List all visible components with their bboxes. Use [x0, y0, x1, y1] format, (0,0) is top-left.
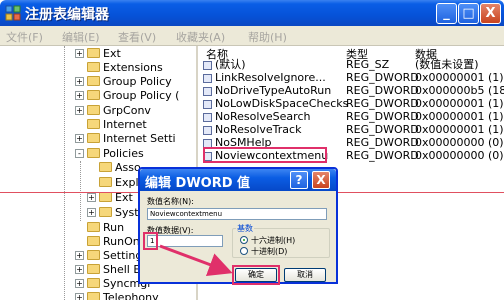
- dialog-titlebar: 编辑 DWORD 值 ? X: [140, 169, 336, 191]
- folder-icon: [87, 90, 100, 100]
- tree-item[interactable]: Internet: [87, 118, 147, 132]
- window-titlebar: 注册表编辑器 _ □ X: [0, 0, 504, 26]
- dialog-title: 编辑 DWORD 值: [145, 176, 251, 191]
- dword-value-icon: [203, 126, 212, 135]
- close-button[interactable]: X: [480, 3, 501, 24]
- tree-item-explorer[interactable]: Expl: [99, 176, 139, 190]
- dialog-help-button[interactable]: ?: [290, 171, 308, 189]
- menu-view[interactable]: 查看(V): [118, 29, 156, 45]
- list-item[interactable]: LinkResolveIgnore... REG_DWORD 0x0000000…: [200, 71, 504, 85]
- maximize-button[interactable]: □: [458, 3, 479, 24]
- tree-item[interactable]: + Syst: [87, 206, 139, 220]
- hex-radio[interactable]: [240, 236, 248, 244]
- dialog-close-button[interactable]: X: [312, 171, 330, 189]
- ok-button-highlight: [232, 265, 280, 285]
- tree-item[interactable]: + GrpConv: [75, 104, 151, 118]
- folder-icon: [87, 76, 100, 86]
- folder-icon: [87, 105, 100, 115]
- folder-icon: [87, 48, 100, 58]
- menu-favorites[interactable]: 收藏夹(A): [176, 29, 225, 45]
- menu-edit[interactable]: 编辑(E): [62, 29, 100, 45]
- folder-icon: [87, 278, 100, 288]
- selection-highlight: [203, 147, 327, 163]
- tree-item[interactable]: + Internet Setti: [75, 132, 176, 146]
- folder-icon: [99, 177, 112, 187]
- window-title: 注册表编辑器: [25, 7, 109, 23]
- list-item[interactable]: NoResolveSearch REG_DWORD 0x00000001 (1): [200, 110, 504, 124]
- edit-dword-dialog: 编辑 DWORD 值 ? X 数值名称(N): Noviewcontextmen…: [138, 167, 338, 285]
- base-group-title: 基数: [236, 223, 254, 234]
- list-item[interactable]: NoResolveTrack REG_DWORD 0x00000001 (1): [200, 123, 504, 137]
- folder-icon: [87, 119, 100, 129]
- dword-value-icon: [203, 74, 212, 83]
- dword-value-icon: [203, 113, 212, 122]
- tree-item[interactable]: + Group Policy: [75, 75, 172, 89]
- tree-item[interactable]: Run: [87, 221, 124, 235]
- folder-icon: [87, 222, 100, 232]
- folder-icon: [99, 192, 112, 202]
- folder-icon: [87, 236, 100, 246]
- tree-item[interactable]: Asso: [99, 161, 141, 175]
- folder-icon: [99, 162, 112, 172]
- tree-item[interactable]: + Telephony: [75, 291, 159, 300]
- list-item[interactable]: NoDriveTypeAutoRun REG_DWORD 0x000000b5 …: [200, 84, 504, 98]
- decimal-radio-label[interactable]: 十进制(D): [251, 246, 287, 257]
- folder-icon: [87, 62, 100, 72]
- cancel-button[interactable]: 取消: [284, 268, 326, 282]
- folder-icon: [87, 250, 100, 260]
- menu-help[interactable]: 帮助(H): [248, 29, 287, 45]
- tree-item-policies[interactable]: - Policies: [75, 147, 144, 161]
- tree-item[interactable]: + Ext: [87, 191, 133, 205]
- list-item[interactable]: (默认) REG_SZ (数值未设置): [200, 58, 504, 72]
- registry-editor-icon: [5, 5, 21, 21]
- value-name-label: 数值名称(N):: [147, 197, 194, 206]
- value-data-field[interactable]: 1: [147, 235, 223, 247]
- tree-item[interactable]: + Shell E: [75, 263, 140, 277]
- folder-icon: [99, 207, 112, 217]
- folder-open-icon: [87, 148, 100, 158]
- tree-item[interactable]: + Setting: [75, 249, 142, 263]
- value-data-highlight: [143, 232, 158, 250]
- menu-file[interactable]: 文件(F): [6, 29, 43, 45]
- folder-icon: [87, 292, 100, 300]
- hex-radio-label[interactable]: 十六进制(H): [251, 235, 295, 246]
- dword-value-icon: [203, 87, 212, 96]
- minimize-button[interactable]: _: [436, 3, 457, 24]
- tree-item[interactable]: Extensions: [87, 61, 163, 75]
- folder-icon: [87, 133, 100, 143]
- string-value-icon: [203, 61, 212, 70]
- menu-bar: 文件(F) 编辑(E) 查看(V) 收藏夹(A) 帮助(H): [0, 26, 504, 46]
- value-name-field[interactable]: Noviewcontextmenu: [147, 208, 327, 220]
- list-item[interactable]: NoLowDiskSpaceChecks REG_DWORD 0x0000000…: [200, 97, 504, 111]
- tree-item[interactable]: + Ext: [75, 47, 121, 61]
- decimal-radio[interactable]: [240, 247, 248, 255]
- tree-item[interactable]: + Group Policy (: [75, 89, 179, 103]
- dword-value-icon: [203, 100, 212, 109]
- folder-icon: [87, 264, 100, 274]
